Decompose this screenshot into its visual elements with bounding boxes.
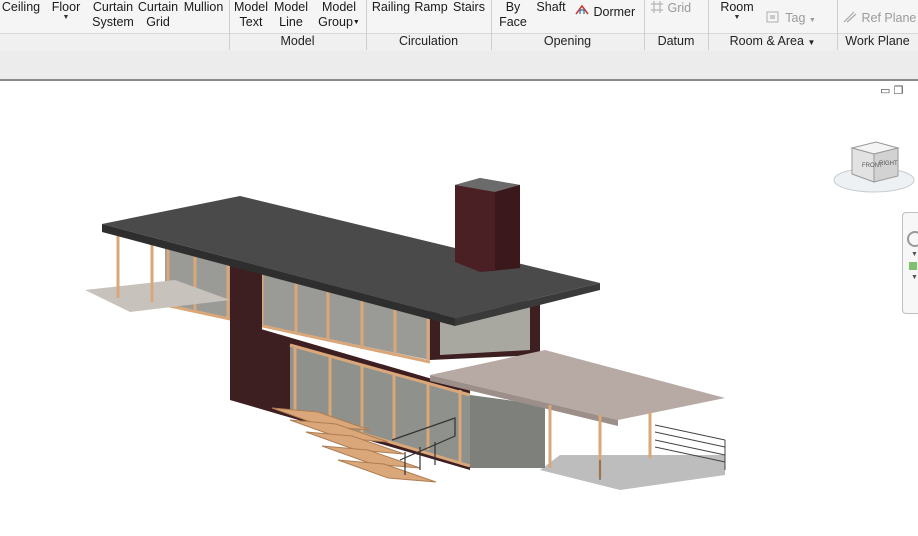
dormer-button[interactable]: Dormer — [574, 0, 640, 20]
railing-label: Railing — [371, 0, 411, 14]
ramp-button[interactable]: Ramp — [413, 0, 449, 15]
tag-button[interactable]: Tag ▼ — [766, 10, 828, 28]
model-text-label-1: Model — [233, 0, 269, 14]
panel-label-model: Model — [280, 34, 315, 48]
room-area-label: Room & Area — [729, 34, 804, 48]
grid-icon — [650, 0, 664, 18]
panel-label-circulation: Circulation — [398, 34, 459, 48]
panel-label-room-area[interactable]: Room & Area ▼ — [708, 34, 837, 50]
dormer-icon — [574, 0, 590, 20]
ref-plane-label: Ref Plane — [861, 11, 917, 25]
model-group-button[interactable]: Model Group▼ — [317, 0, 361, 30]
model-line-label-1: Model — [273, 0, 309, 14]
mullion-button[interactable]: Mullion — [181, 0, 226, 15]
panel-label-datum: Datum — [657, 34, 695, 48]
tag-label: Tag — [785, 11, 806, 25]
curtain-grid-label-1: Curtain — [137, 0, 179, 14]
tag-icon — [766, 10, 782, 28]
viewcube-right-label: RIGHT — [879, 161, 898, 167]
model-text-label-2: Text — [239, 15, 263, 29]
mullion-label: Mullion — [183, 0, 224, 14]
model-group-label-2: Group — [318, 15, 353, 29]
by-face-button[interactable]: By Face — [497, 0, 529, 30]
ramp-label: Ramp — [414, 0, 448, 14]
viewcube[interactable]: FRONT RIGHT — [832, 136, 916, 198]
viewport-window-controls[interactable]: ▭ ❐ — [880, 84, 903, 97]
curtain-system-button[interactable]: Curtain System — [91, 0, 135, 30]
model-line-button[interactable]: Model Line — [272, 0, 310, 30]
options-bar — [0, 51, 918, 81]
chevron-down-icon[interactable]: ▼ — [353, 19, 360, 26]
chevron-down-icon[interactable]: ▼ — [911, 274, 918, 281]
curtain-grid-label-2: Grid — [146, 15, 170, 29]
ref-plane-icon — [842, 10, 858, 28]
ceiling-button[interactable]: Ceiling — [1, 0, 41, 15]
stairs-label: Stairs — [453, 0, 485, 14]
room-label: Room — [720, 0, 754, 14]
floor-label: Floor — [51, 0, 81, 14]
railing-button[interactable]: Railing — [371, 0, 411, 15]
shaft-label: Shaft — [536, 0, 566, 14]
curtain-system-label-2: System — [92, 15, 134, 29]
chevron-down-icon[interactable]: ▼ — [809, 17, 816, 24]
stairs-button[interactable]: Stairs — [451, 0, 487, 15]
room-button[interactable]: Room ▼ — [717, 0, 757, 21]
panel-label-opening: Opening — [543, 34, 592, 48]
ribbon: Ceiling Floor ▼ Curtain System Curtain G… — [0, 0, 918, 51]
panel-label-work-plane: Work Plane — [845, 34, 910, 48]
chevron-down-icon[interactable]: ▼ — [807, 38, 815, 47]
minimize-icon[interactable]: ▭ — [880, 85, 890, 97]
navigation-bar[interactable]: ▼ ▼ — [902, 212, 918, 314]
grid-button[interactable]: Grid — [650, 0, 698, 18]
curtain-grid-button[interactable]: Curtain Grid — [137, 0, 179, 30]
by-face-label-2: Face — [499, 15, 527, 29]
model-text-button[interactable]: Model Text — [232, 0, 270, 30]
ref-plane-button[interactable]: Ref Plane — [842, 10, 918, 28]
3d-viewport[interactable]: FRONT RIGHT ▭ ❐ — [0, 81, 918, 533]
shaft-button[interactable]: Shaft — [533, 0, 569, 15]
zoom-icon[interactable] — [909, 262, 917, 270]
grid-label: Grid — [667, 1, 692, 15]
model-group-label-1: Model — [321, 0, 357, 14]
by-face-label-1: By — [505, 0, 521, 14]
steering-wheel-icon[interactable] — [907, 231, 918, 247]
curtain-system-label-1: Curtain — [92, 0, 134, 14]
dormer-label: Dormer — [593, 5, 636, 19]
model-line-label-2: Line — [279, 15, 303, 29]
ceiling-label: Ceiling — [1, 0, 41, 14]
chevron-down-icon[interactable]: ▼ — [717, 14, 757, 21]
chevron-down-icon[interactable]: ▼ — [48, 14, 84, 21]
floor-button[interactable]: Floor ▼ — [48, 0, 84, 21]
chevron-down-icon[interactable]: ▼ — [911, 251, 918, 258]
restore-icon[interactable]: ❐ — [893, 85, 903, 97]
building-model — [85, 178, 726, 490]
